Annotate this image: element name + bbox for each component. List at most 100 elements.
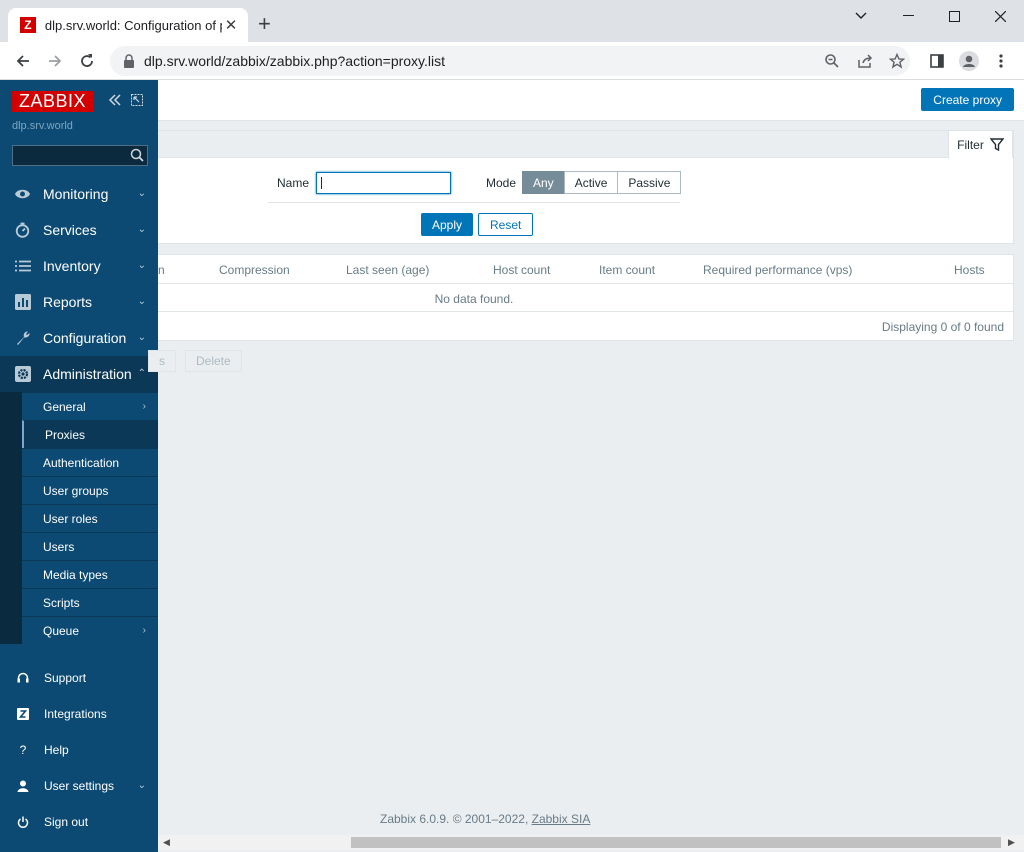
proxy-table: n Compression Last seen (age) Host count…: [158, 254, 1014, 341]
menu-sign-out[interactable]: Sign out: [0, 804, 158, 840]
menu-label: Configuration: [43, 330, 127, 346]
zabbix-logo[interactable]: ZABBIX: [12, 91, 93, 112]
submenu-media-types[interactable]: Media types: [22, 560, 158, 588]
help-icon: ?: [19, 743, 27, 757]
chevron-right-icon: ›: [142, 625, 146, 636]
profile-avatar-icon[interactable]: [957, 49, 981, 73]
browser-menu-icon[interactable]: [989, 49, 1013, 73]
mode-passive-button[interactable]: Passive: [617, 171, 682, 194]
empty-table-message: No data found.: [434, 292, 514, 306]
scroll-left-icon[interactable]: ◀: [163, 837, 170, 848]
column-header: Compression: [219, 263, 290, 277]
chevron-up-icon: ⌃: [137, 368, 146, 379]
forward-icon[interactable]: [43, 49, 67, 73]
submenu-label: Authentication: [43, 455, 120, 470]
menu-integrations[interactable]: Integrations: [0, 696, 158, 732]
omnibox[interactable]: dlp.srv.world/zabbix/zabbix.php?action=p…: [110, 46, 910, 76]
menu-help[interactable]: ? Help: [0, 732, 158, 768]
share-icon[interactable]: [853, 49, 877, 73]
user-icon: [16, 779, 30, 793]
bookmark-star-icon[interactable]: [885, 49, 909, 73]
menu-reports[interactable]: Reports ⌄: [0, 284, 158, 320]
chevron-down-icon: ⌄: [137, 188, 146, 199]
menu-services[interactable]: Services ⌄: [0, 212, 158, 248]
submenu-label: Users: [43, 539, 75, 554]
hide-sidebar-icon[interactable]: [131, 93, 143, 109]
menu-user-settings[interactable]: User settings ⌄: [0, 768, 158, 804]
mode-any-button[interactable]: Any: [522, 171, 565, 194]
menu-support[interactable]: Support: [0, 660, 158, 696]
submenu-users[interactable]: Users: [22, 532, 158, 560]
filter-panel: Filter Name Mode Any Active Passive Appl…: [158, 130, 1014, 244]
tab-search-chevron-icon[interactable]: [838, 4, 884, 28]
reload-icon[interactable]: [75, 49, 99, 73]
new-tab-icon[interactable]: +: [258, 12, 271, 36]
back-icon[interactable]: [11, 49, 35, 73]
submenu-proxies[interactable]: Proxies: [22, 420, 158, 448]
minimize-icon[interactable]: [885, 4, 931, 28]
menu-label: User settings: [44, 779, 115, 793]
menu-administration[interactable]: Administration ⌃: [0, 356, 158, 392]
menu-label: Help: [44, 743, 69, 757]
submenu-authentication[interactable]: Authentication: [22, 448, 158, 476]
maximize-icon[interactable]: [931, 4, 977, 28]
mode-active-button[interactable]: Active: [563, 171, 619, 194]
filter-divider: [268, 202, 680, 203]
mode-label: Mode: [486, 176, 517, 190]
reset-button[interactable]: Reset: [478, 213, 534, 236]
horizontal-scrollbar[interactable]: ◀ ▶: [158, 835, 1024, 850]
table-row-divider: [158, 311, 1013, 312]
collapse-sidebar-icon[interactable]: [108, 93, 122, 109]
page-header: Create proxy: [158, 80, 1024, 121]
column-header: Hosts: [954, 263, 985, 277]
table-header-divider: [158, 283, 1013, 284]
menu-label: Inventory: [43, 258, 101, 274]
name-filter-input[interactable]: [316, 172, 451, 194]
submenu-general[interactable]: General ›: [22, 392, 158, 420]
submenu-label: Proxies: [45, 427, 86, 442]
column-header[interactable]: n: [158, 263, 165, 277]
menu-label: Monitoring: [43, 186, 109, 202]
menu-label: Reports: [43, 294, 93, 310]
side-panel-icon[interactable]: [925, 49, 949, 73]
close-window-icon[interactable]: [977, 4, 1023, 28]
power-icon: [16, 815, 30, 829]
chevron-down-icon: ⌄: [137, 332, 146, 343]
menu-monitoring[interactable]: Monitoring ⌄: [0, 176, 158, 212]
menu-label: Administration: [43, 366, 132, 382]
page-footer: Zabbix 6.0.9. © 2001–2022, Zabbix SIA: [380, 812, 590, 826]
tab-close-icon[interactable]: ✕: [222, 16, 240, 34]
filter-tab-strip: [158, 131, 948, 158]
menu-inventory[interactable]: Inventory ⌄: [0, 248, 158, 284]
zabbix-sia-link[interactable]: Zabbix SIA: [532, 812, 591, 826]
browser-tab[interactable]: Z dlp.srv.world: Configuration of pr ✕: [8, 8, 248, 42]
scrollbar-thumb[interactable]: [351, 837, 1001, 848]
scroll-right-icon[interactable]: ▶: [1008, 837, 1015, 848]
search-icon[interactable]: [130, 148, 144, 162]
menu-label: Services: [43, 222, 97, 238]
mode-segmented-control: Any Active Passive: [522, 171, 682, 194]
submenu-scripts[interactable]: Scripts: [22, 588, 158, 616]
chevron-down-icon: ⌄: [137, 780, 146, 791]
sidebar-search-input[interactable]: [12, 145, 148, 166]
name-label: Name: [277, 176, 310, 190]
funnel-icon: [989, 138, 1004, 151]
filter-tab[interactable]: Filter: [948, 130, 1013, 158]
create-proxy-button[interactable]: Create proxy: [921, 88, 1014, 111]
submenu-label: User groups: [43, 483, 109, 498]
submenu-queue[interactable]: Queue ›: [22, 616, 158, 644]
submenu-label: User roles: [43, 511, 98, 526]
chevron-down-icon: ⌄: [137, 224, 146, 235]
mass-action-button[interactable]: s: [148, 350, 176, 372]
submenu-user-roles[interactable]: User roles: [22, 504, 158, 532]
menu-configuration[interactable]: Configuration ⌄: [0, 320, 158, 356]
submenu-user-groups[interactable]: User groups: [22, 476, 158, 504]
delete-button[interactable]: Delete: [185, 350, 242, 372]
tab-title: dlp.srv.world: Configuration of pr: [44, 17, 223, 33]
administration-submenu: General › Proxies Authentication User gr…: [0, 392, 158, 644]
paging-info: Displaying 0 of 0 found: [881, 320, 1004, 334]
zoom-icon[interactable]: [820, 49, 844, 73]
main-menu: Monitoring ⌄ Services ⌄ Inventory ⌄ Repo…: [0, 176, 158, 644]
menu-label: Sign out: [44, 815, 89, 829]
apply-button[interactable]: Apply: [421, 213, 474, 236]
